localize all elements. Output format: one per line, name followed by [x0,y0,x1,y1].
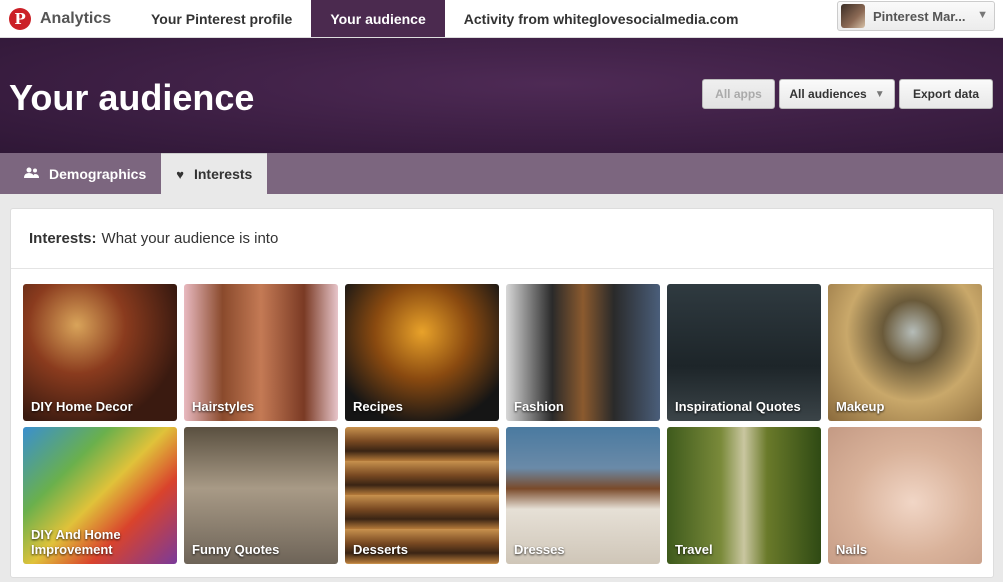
tab-activity[interactable]: Activity from whiteglovesocialmedia.com [445,0,758,37]
all-apps-button[interactable]: All apps [702,79,775,109]
interest-label: Inspirational Quotes [675,399,801,414]
interest-label: DIY And Home Improvement [31,527,121,557]
account-switcher[interactable]: Pinterest Mar... ▼ [837,1,995,31]
panel-heading-bold: Interests: [29,230,97,247]
interest-label: Travel [675,542,713,557]
interest-label: Hairstyles [192,399,255,414]
interest-label: Desserts [353,542,408,557]
hero-banner: Your audience All apps All audiences ▼ Ex… [0,38,1003,153]
interest-tile[interactable]: Fashion [506,284,660,421]
people-icon [24,166,39,181]
brand-title: Analytics [40,9,112,27]
interests-panel: Interests: What your audience is into DI… [10,208,994,578]
interest-label: Funny Quotes [192,542,280,557]
account-name: Pinterest Mar... [873,8,966,24]
tab-interests[interactable]: ♥ Interests [161,153,268,194]
interest-tile[interactable]: Nails [828,427,982,564]
interest-tile[interactable]: Desserts [345,427,499,564]
interest-tile[interactable]: Makeup [828,284,982,421]
panel-heading-text: What your audience is into [101,230,279,247]
brand[interactable]: P Analytics [0,0,132,37]
interest-tile[interactable]: DIY Home Decor [23,284,177,421]
interest-tile[interactable]: Recipes [345,284,499,421]
avatar [841,4,865,28]
export-data-label: Export data [912,87,979,101]
all-apps-label: All apps [715,87,762,101]
interest-label: Makeup [836,399,885,414]
interest-tile[interactable]: Hairstyles [184,284,338,421]
sub-nav: Demographics ♥ Interests [0,153,1003,194]
page-title: Your audience [9,77,255,118]
all-audiences-label: All audiences [789,87,867,101]
pinterest-logo-icon: P [9,7,31,30]
tab-interests-label: Interests [193,166,253,182]
tab-profile[interactable]: Your Pinterest profile [132,0,311,37]
all-audiences-dropdown[interactable]: All audiences ▼ [779,79,895,109]
interest-tile[interactable]: DIY And Home Improvement [23,427,177,564]
interest-label: Recipes [353,399,403,414]
interest-tile[interactable]: Dresses [506,427,660,564]
interest-tile[interactable]: Travel [667,427,821,564]
heart-icon: ♥ [176,166,184,182]
tab-demographics-label: Demographics [49,165,147,182]
interest-label: DIY Home Decor [31,399,133,414]
interest-tile[interactable]: Funny Quotes [184,427,338,564]
tab-audience[interactable]: Your audience [311,0,445,37]
hero-actions: All apps All audiences ▼ Export data [702,79,993,109]
chevron-down-icon: ▼ [977,9,988,21]
interest-label: Dresses [514,542,565,557]
interest-label: Fashion [514,399,564,414]
top-nav: P Analytics Your Pinterest profile Your … [0,0,1003,38]
chevron-down-icon: ▼ [874,88,885,100]
tab-demographics[interactable]: Demographics [0,153,161,194]
export-data-button[interactable]: Export data [899,79,993,109]
interest-tile[interactable]: Inspirational Quotes [667,284,821,421]
panel-heading: Interests: What your audience is into [11,209,993,269]
interest-label: Nails [836,542,868,557]
